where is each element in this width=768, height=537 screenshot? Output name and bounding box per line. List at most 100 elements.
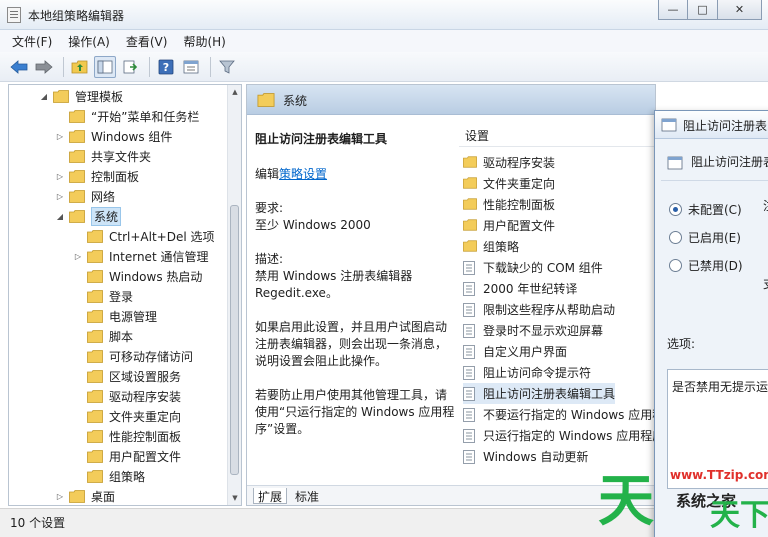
expand-arrow-icon[interactable]: ▷: [73, 252, 83, 261]
radio-enabled[interactable]: 已启用(E): [669, 228, 741, 246]
minimize-button[interactable]: —: [658, 0, 688, 20]
tree-item-driver-install[interactable]: 驱动程序安装: [73, 386, 181, 406]
tree-item-group-policy[interactable]: 组策略: [73, 466, 145, 486]
dialog-title-bar: 阻止访问注册表: [655, 111, 768, 139]
tab-extended[interactable]: 扩展: [253, 488, 288, 504]
up-folder-button[interactable]: [69, 56, 91, 78]
radio-button[interactable]: [669, 202, 682, 216]
tree-item-windows-components[interactable]: ▷ Windows 组件: [55, 126, 172, 146]
menu-view[interactable]: 查看(V): [126, 33, 168, 50]
back-button[interactable]: [8, 56, 30, 78]
tree-item-label: 区域设置服务: [109, 369, 182, 384]
forward-button[interactable]: [33, 56, 55, 78]
settings-item-label: 不要运行指定的 Windows 应用程: [483, 408, 656, 422]
menu-file[interactable]: 文件(F): [12, 33, 52, 50]
radio-disabled[interactable]: 已禁用(D): [669, 256, 743, 274]
settings-folder-item[interactable]: 组策略: [463, 236, 519, 257]
show-tree-button[interactable]: [94, 55, 116, 78]
options-label: 选项:: [667, 337, 696, 351]
expand-arrow-icon[interactable]: ▷: [55, 192, 65, 201]
settings-item-label: 限制这些程序从帮助启动: [483, 303, 616, 317]
tree-item-folder-redirection[interactable]: 文件夹重定向: [73, 406, 181, 426]
watermark-brand: 天下载: [710, 498, 768, 533]
folder-icon: [87, 349, 103, 363]
tree-item-admin-templates[interactable]: ◢ 管理模板: [39, 86, 123, 106]
tree-item-performance-panel[interactable]: 性能控制面板: [73, 426, 181, 446]
back-arrow-icon: [10, 59, 28, 74]
settings-policy-item[interactable]: 2000 年世纪转译: [463, 278, 577, 299]
settings-policy-item[interactable]: 自定义用户界面: [463, 341, 567, 362]
expand-arrow-icon[interactable]: ▷: [55, 492, 65, 501]
tree-item-control-panel[interactable]: ▷ 控制面板: [55, 166, 139, 186]
tree-item-desktop[interactable]: ▷ 桌面: [55, 486, 115, 505]
filter-button[interactable]: [216, 56, 238, 78]
folder-icon: [87, 409, 103, 423]
menu-help[interactable]: 帮助(H): [183, 33, 225, 50]
properties-icon: [183, 60, 199, 73]
tree-item-scripts[interactable]: 脚本: [73, 326, 133, 346]
tree-item-locale-services[interactable]: 区域设置服务: [73, 366, 181, 386]
toolbar-separator: [63, 56, 64, 77]
tree-item-shared-folders[interactable]: 共享文件夹: [55, 146, 151, 166]
tree-item-network[interactable]: ▷ 网络: [55, 186, 115, 206]
settings-policy-item[interactable]: 限制这些程序从帮助启动: [463, 299, 615, 320]
tree-item-hot-start[interactable]: Windows 热启动: [73, 266, 202, 286]
policy-setting-icon: [661, 118, 677, 132]
tree-item-ctrl-alt-del[interactable]: Ctrl+Alt+Del 选项: [73, 226, 214, 246]
edit-line: 编辑策略设置: [255, 167, 328, 181]
collapse-arrow-icon[interactable]: ◢: [39, 92, 49, 101]
toolbar-separator: [149, 56, 150, 77]
policy-icon: [463, 428, 477, 443]
settings-folder-item[interactable]: 文件夹重定向: [463, 173, 555, 194]
settings-item-label: 只运行指定的 Windows 应用程序: [483, 429, 656, 443]
tree-item-user-profiles[interactable]: 用户配置文件: [73, 446, 181, 466]
export-icon: [123, 60, 138, 73]
settings-policy-item[interactable]: 阻止访问注册表编辑工具: [463, 383, 616, 404]
edit-policy-link[interactable]: 策略设置: [279, 167, 327, 181]
folder-icon: [257, 93, 275, 110]
tree-item-internet-comm[interactable]: ▷ Internet 通信管理: [73, 246, 209, 266]
help-button[interactable]: ?: [155, 56, 177, 78]
tree-item-label: 组策略: [109, 469, 146, 484]
settings-column-header[interactable]: 设置: [459, 127, 655, 147]
scroll-up-icon[interactable]: ▲: [228, 85, 241, 99]
tree-scrollbar[interactable]: ▲ ▼: [227, 85, 241, 505]
properties-button[interactable]: [180, 56, 202, 78]
settings-policy-item[interactable]: 只运行指定的 Windows 应用程序: [463, 425, 656, 446]
policy-icon: [463, 260, 477, 275]
comment-label-clipped: 注: [763, 197, 768, 214]
maximize-button[interactable]: □: [688, 0, 718, 20]
expand-arrow-icon[interactable]: ▷: [55, 132, 65, 141]
content-pane: 系统 阻止访问注册表编辑工具 编辑策略设置 要求: 至少 Windows 2000…: [246, 84, 656, 506]
settings-folder-item[interactable]: 性能控制面板: [463, 194, 555, 215]
radio-button[interactable]: [669, 230, 682, 244]
settings-folder-item[interactable]: 用户配置文件: [463, 215, 555, 236]
settings-folder-item[interactable]: 驱动程序安装: [463, 152, 555, 173]
settings-item-label: 登录时不显示欢迎屏幕: [483, 324, 604, 338]
close-button[interactable]: ✕: [718, 0, 762, 20]
settings-policy-item[interactable]: 下载缺少的 COM 组件: [463, 257, 603, 278]
tree-item-removable-storage[interactable]: 可移动存储访问: [73, 346, 193, 366]
expand-arrow-icon[interactable]: ▷: [55, 172, 65, 181]
tree-item-logon[interactable]: 登录: [73, 286, 133, 306]
tree-item-start-menu[interactable]: “开始”菜单和任务栏: [55, 106, 199, 126]
export-list-button[interactable]: [119, 56, 141, 78]
settings-policy-item[interactable]: 阻止访问命令提示符: [463, 362, 591, 383]
settings-policy-item[interactable]: 登录时不显示欢迎屏幕: [463, 320, 603, 341]
radio-not-configured[interactable]: 未配置(C): [669, 200, 742, 218]
settings-policy-item[interactable]: Windows 自动更新: [463, 446, 588, 467]
tab-standard[interactable]: 标准: [291, 488, 323, 504]
folder-icon: [69, 149, 85, 163]
folder-icon: [69, 109, 85, 123]
tree-item-system[interactable]: ◢ 系统: [55, 206, 122, 226]
radio-button[interactable]: [669, 258, 682, 272]
menu-action[interactable]: 操作(A): [68, 33, 110, 50]
settings-item-label: Windows 自动更新: [483, 450, 589, 464]
settings-policy-item[interactable]: 不要运行指定的 Windows 应用程: [463, 404, 656, 425]
scroll-down-icon[interactable]: ▼: [228, 491, 241, 505]
collapse-arrow-icon[interactable]: ◢: [55, 212, 65, 221]
folder-open-icon: [69, 209, 85, 223]
scroll-thumb[interactable]: [230, 205, 239, 475]
description-paragraph: 若要防止用户使用其他管理工具，请使用“只运行指定的 Windows 应用程序”设…: [255, 388, 455, 436]
tree-item-power[interactable]: 电源管理: [73, 306, 157, 326]
